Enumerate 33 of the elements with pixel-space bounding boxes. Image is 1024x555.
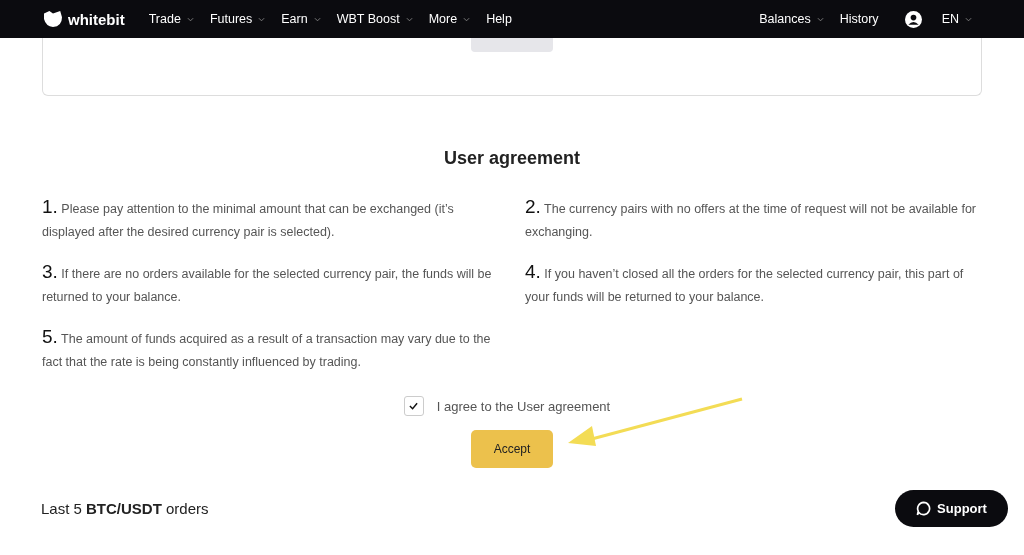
caret-icon[interactable] <box>463 16 471 22</box>
support-button[interactable]: Support <box>895 490 1008 527</box>
nav-menu-item[interactable]: Earn <box>281 12 308 26</box>
chat-bubble-icon <box>916 501 932 516</box>
checkbox-label[interactable]: I agree to the User agreement <box>436 398 611 414</box>
caret-icon[interactable] <box>258 16 266 22</box>
caret-icon[interactable] <box>405 16 413 22</box>
nav-menu-item[interactable]: Futures <box>209 12 253 26</box>
tab-handle[interactable] <box>471 38 553 52</box>
logo-text[interactable]: whitebit <box>68 10 125 28</box>
nav-menu-item[interactable]: Balances <box>759 12 811 26</box>
nav-menu-item[interactable]: More <box>428 12 458 26</box>
logo-icon[interactable] <box>42 10 64 28</box>
accept-button[interactable]: Accept <box>471 430 553 468</box>
caret-icon[interactable] <box>186 16 194 22</box>
checkbox[interactable] <box>403 396 424 416</box>
checkmark-icon <box>409 402 419 410</box>
agreement-item: 1. Please pay attention to the minimal amount that can be exchanged (it’s displayed after the desired currency pair is selected). <box>42 195 455 241</box>
language-selector[interactable]: EN <box>941 12 959 26</box>
nav-menu-item[interactable]: History <box>839 12 879 26</box>
nav-menu-item[interactable]: Help <box>486 12 512 26</box>
agreement-item: 5. The amount of funds acquired as a result of a transaction may vary due to the fact that the rate is being constantly influenced by trading. <box>42 325 492 371</box>
orders-heading: Last 5 BTC/USDT orders <box>41 500 209 517</box>
agreement-item: 2. The currency pairs with no offers at the time of request will not be available for exchanging. <box>525 195 978 241</box>
agreement-item: 4. If you haven’t closed all the orders for the selected currency pair, this part of your funds will be returned to your balance. <box>525 260 965 306</box>
section-title: User agreement <box>442 148 582 169</box>
agreement-item: 3. If there are no orders available for the selected currency pair, the funds will be returned to your balance. <box>42 260 493 306</box>
nav-menu-item[interactable]: Trade <box>148 12 181 26</box>
caret-icon[interactable] <box>816 16 824 22</box>
account-icon[interactable] <box>904 10 922 28</box>
nav-menu-item[interactable]: WBT Boost <box>336 12 400 26</box>
caret-icon[interactable] <box>313 16 321 22</box>
caret-icon[interactable] <box>965 16 972 22</box>
